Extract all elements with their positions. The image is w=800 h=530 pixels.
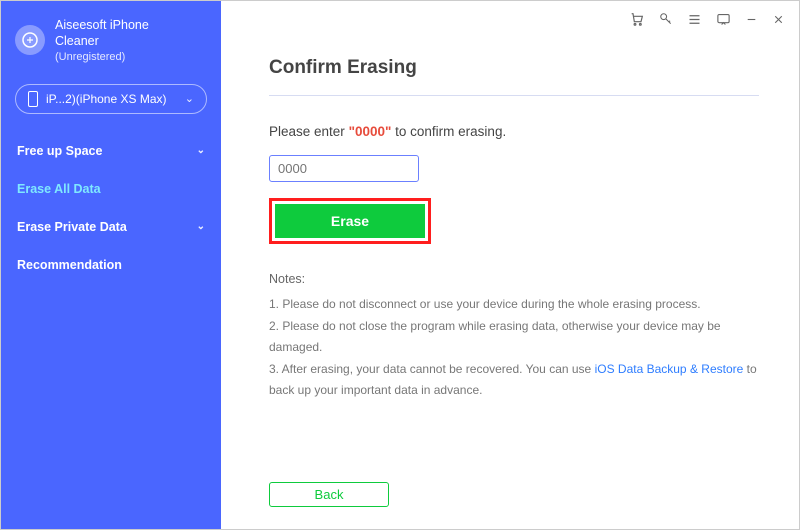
sidebar-item-label: Recommendation — [17, 258, 122, 272]
erase-button[interactable]: Erase — [275, 204, 425, 238]
sidebar: Aiseesoft iPhone Cleaner (Unregistered) … — [1, 1, 221, 529]
chevron-down-icon: ⌄ — [197, 145, 205, 156]
sidebar-item-erase-private-data[interactable]: Erase Private Data ⌄ — [1, 208, 221, 246]
prompt-code: "0000" — [349, 124, 392, 139]
page-title: Confirm Erasing — [269, 57, 759, 79]
note-2: 2. Please do not close the program while… — [269, 316, 759, 359]
notes-heading: Notes: — [269, 272, 759, 286]
prompt-before: Please enter — [269, 124, 349, 139]
prompt-after: to confirm erasing. — [391, 124, 506, 139]
device-selector[interactable]: iP...2)(iPhone XS Max) ⌄ — [15, 84, 207, 114]
erase-highlight-frame: Erase — [269, 198, 431, 244]
brand-line2: Cleaner — [55, 33, 149, 49]
backup-restore-link[interactable]: iOS Data Backup & Restore — [595, 362, 744, 376]
note-3: 3. After erasing, your data cannot be re… — [269, 359, 759, 402]
brand-block: Aiseesoft iPhone Cleaner (Unregistered) — [1, 7, 221, 78]
sidebar-item-label: Erase All Data — [17, 182, 101, 196]
sidebar-item-label: Erase Private Data — [17, 220, 127, 234]
sidebar-item-erase-all-data[interactable]: Erase All Data — [1, 170, 221, 208]
app-logo-icon — [15, 25, 45, 55]
brand-status: (Unregistered) — [55, 50, 149, 64]
sidebar-item-free-up-space[interactable]: Free up Space ⌄ — [1, 132, 221, 170]
sidebar-item-recommendation[interactable]: Recommendation — [1, 246, 221, 284]
brand-title: Aiseesoft iPhone Cleaner (Unregistered) — [55, 17, 149, 64]
brand-line1: Aiseesoft iPhone — [55, 17, 149, 33]
note-3a: 3. After erasing, your data cannot be re… — [269, 362, 595, 376]
notes-block: 1. Please do not disconnect or use your … — [269, 294, 759, 402]
device-label: iP...2)(iPhone XS Max) — [46, 92, 177, 106]
phone-icon — [28, 91, 38, 107]
chevron-down-icon: ⌄ — [197, 221, 205, 232]
note-1: 1. Please do not disconnect or use your … — [269, 294, 759, 316]
app-window: Aiseesoft iPhone Cleaner (Unregistered) … — [0, 0, 800, 530]
confirm-prompt: Please enter "0000" to confirm erasing. — [269, 124, 759, 139]
sidebar-item-label: Free up Space — [17, 144, 102, 158]
chevron-down-icon: ⌄ — [185, 92, 194, 105]
back-button[interactable]: Back — [269, 482, 389, 507]
main-panel: Confirm Erasing Please enter "0000" to c… — [221, 1, 799, 529]
confirm-code-input[interactable] — [269, 155, 419, 182]
divider — [269, 95, 759, 96]
